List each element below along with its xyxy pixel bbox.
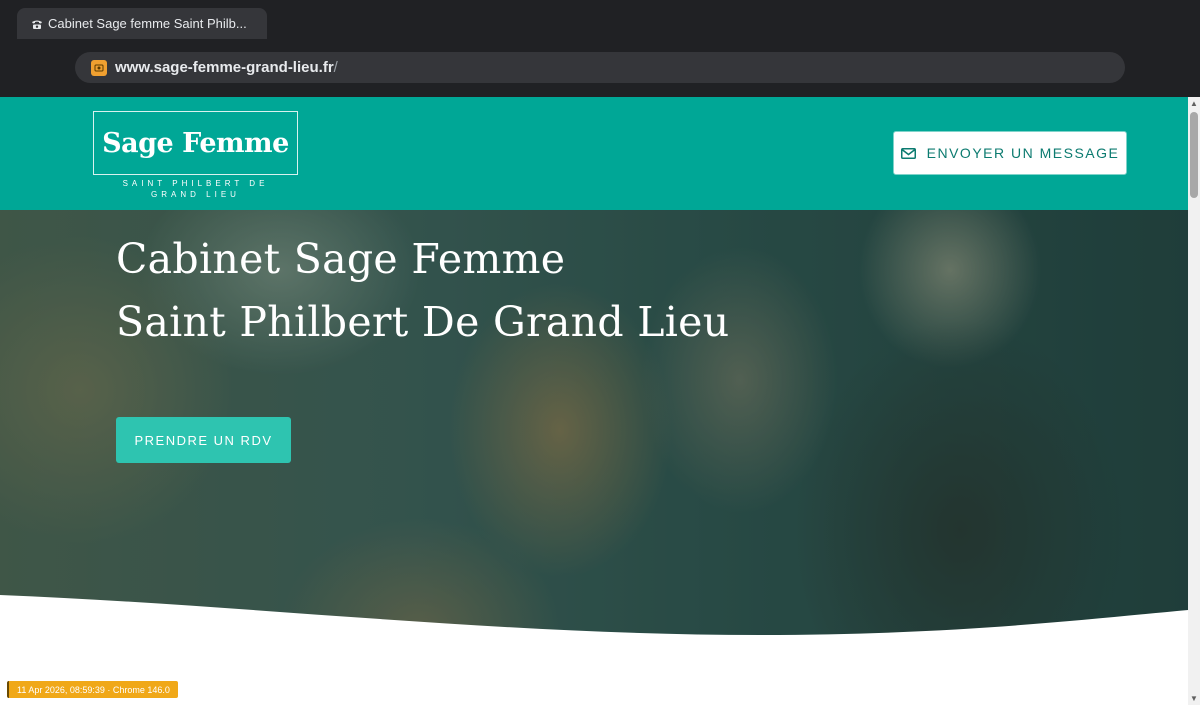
url-path: / bbox=[333, 59, 338, 76]
send-message-label: ENVOYER UN MESSAGE bbox=[926, 145, 1120, 161]
page-viewport: Sage Femme SAINT PHILBERT DE GRAND LIEU … bbox=[0, 97, 1188, 705]
scrollbar-thumb[interactable] bbox=[1190, 112, 1198, 198]
site-header: Sage Femme SAINT PHILBERT DE GRAND LIEU … bbox=[0, 97, 1188, 210]
telephone-icon bbox=[31, 18, 43, 30]
timestamp-badge: 11 Apr 2026, 08:59:39 · Chrome 146.0 bbox=[7, 681, 178, 698]
scroll-up-arrow-icon[interactable]: ▲ bbox=[1190, 99, 1198, 108]
url-host: www.sage-femme-grand-lieu.fr bbox=[115, 59, 334, 76]
hero-title-line2: Saint Philbert De Grand Lieu bbox=[116, 298, 730, 346]
hero-banner: Cabinet Sage Femme Saint Philbert De Gra… bbox=[0, 210, 1188, 705]
logo-title: Sage Femme bbox=[102, 127, 289, 159]
logo-subtitle-line1: SAINT PHILBERT DE bbox=[122, 179, 269, 188]
logo-subtitle-line2: GRAND LIEU bbox=[151, 190, 240, 199]
hero-wave-divider bbox=[0, 595, 1188, 705]
logo-subtitle: SAINT PHILBERT DE GRAND LIEU bbox=[93, 178, 298, 200]
hero-title-line1: Cabinet Sage Femme bbox=[116, 235, 566, 283]
book-appointment-button[interactable]: PRENDRE UN RDV bbox=[116, 417, 291, 463]
envelope-icon bbox=[900, 147, 916, 159]
scroll-down-arrow-icon[interactable]: ▼ bbox=[1190, 694, 1198, 703]
browser-tab[interactable]: Cabinet Sage femme Saint Philb... bbox=[17, 8, 267, 39]
send-message-button[interactable]: ENVOYER UN MESSAGE bbox=[893, 131, 1127, 175]
tab-title: Cabinet Sage femme Saint Philb... bbox=[48, 16, 247, 31]
site-info-icon[interactable] bbox=[91, 59, 107, 76]
address-bar[interactable]: www.sage-femme-grand-lieu.fr / bbox=[75, 52, 1125, 83]
page-scrollbar[interactable]: ▲ ▼ bbox=[1188, 97, 1200, 705]
site-logo[interactable]: Sage Femme bbox=[93, 111, 298, 175]
browser-chrome: Cabinet Sage femme Saint Philb... www.sa… bbox=[0, 0, 1200, 97]
